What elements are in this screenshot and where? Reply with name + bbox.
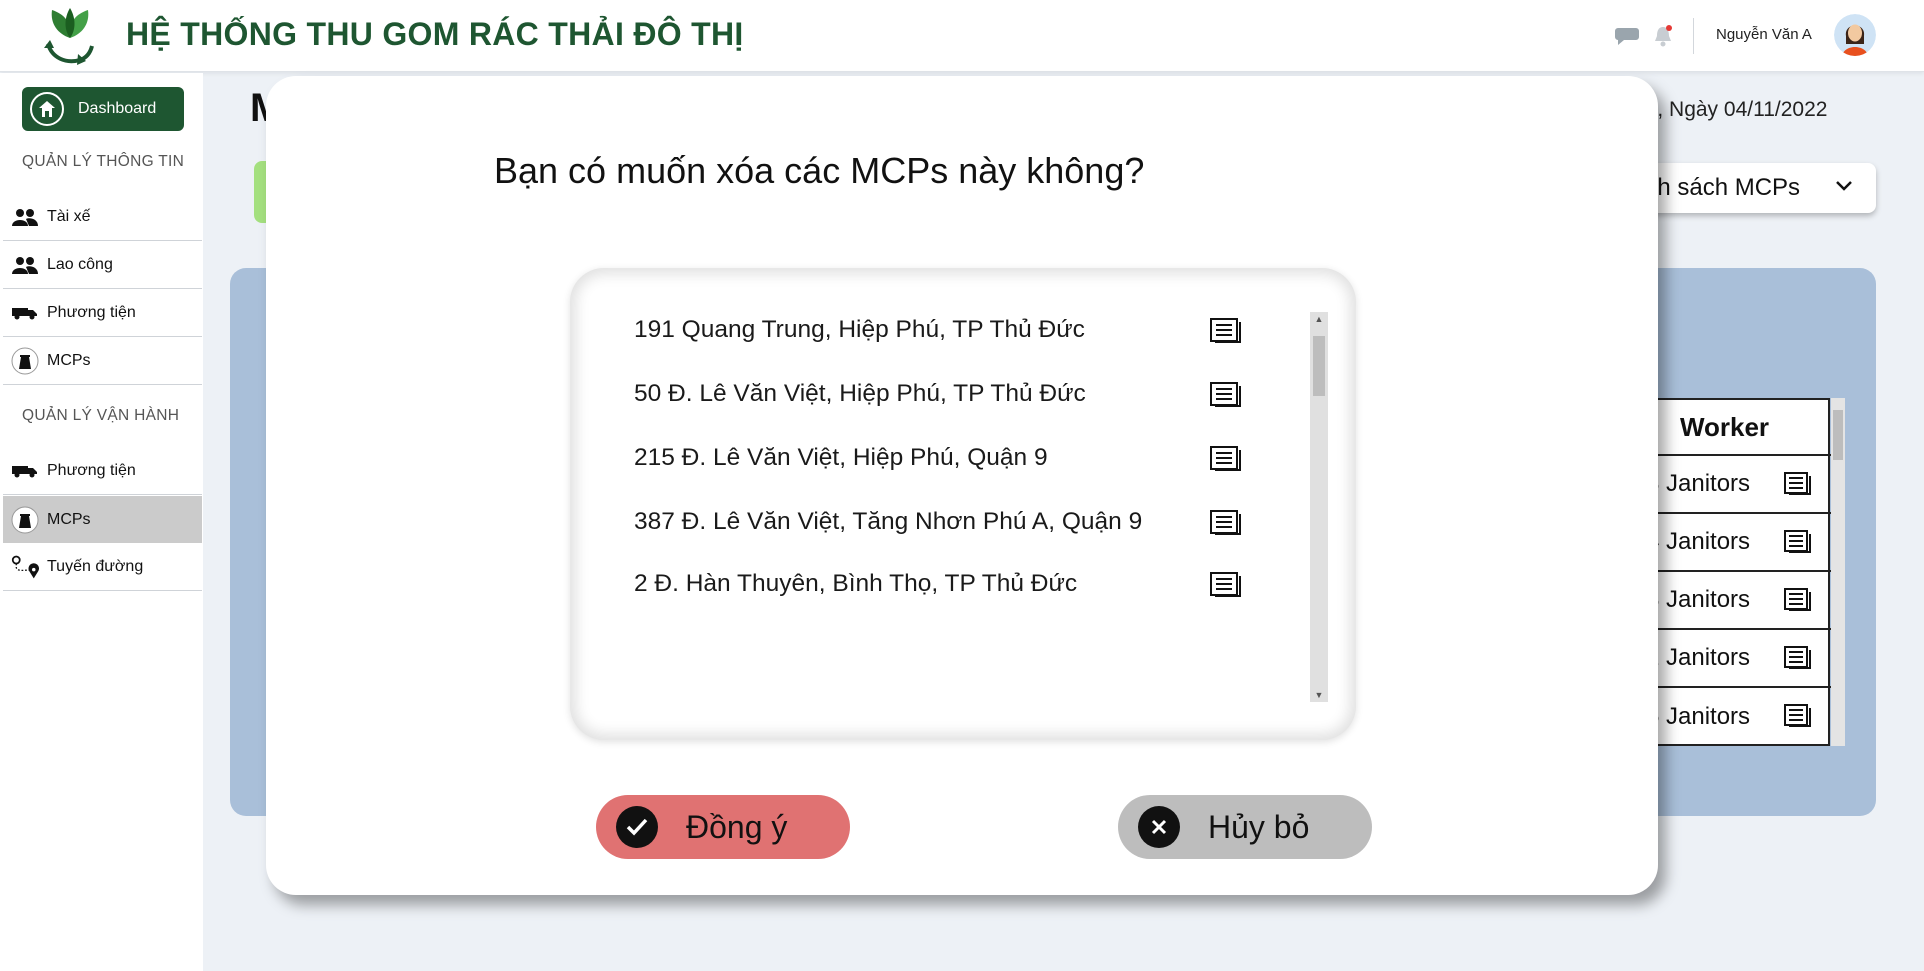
truck-icon	[11, 306, 39, 320]
leaf-recycle-logo-icon	[44, 8, 94, 65]
document-icon[interactable]	[1784, 704, 1812, 730]
list-item: 387 Đ. Lê Văn Việt, Tăng Nhơn Phú A, Quậ…	[634, 508, 1143, 535]
list-scrollbar[interactable]: ▲ ▼	[1310, 312, 1328, 702]
document-icon[interactable]	[1210, 446, 1242, 474]
chat-icon[interactable]	[1614, 26, 1640, 46]
section-label-info: QUẢN LÝ THÔNG TIN	[22, 153, 185, 170]
document-icon[interactable]	[1784, 472, 1812, 498]
sidebar-item-mcps[interactable]: MCPs	[3, 338, 202, 385]
dialog-title: Bạn có muốn xóa các MCPs này không?	[494, 150, 1145, 191]
document-icon[interactable]	[1784, 646, 1812, 672]
document-icon[interactable]	[1210, 572, 1242, 600]
dashboard-button[interactable]: Dashboard	[22, 87, 184, 131]
user-name[interactable]: Nguyễn Văn A	[1716, 26, 1812, 43]
close-icon	[1138, 806, 1180, 848]
users-icon	[11, 256, 39, 274]
app-title: HỆ THỐNG THU GOM RÁC THẢI ĐÔ THỊ	[126, 16, 744, 52]
sidebar-item-label: Tài xế	[47, 208, 91, 225]
document-icon[interactable]	[1784, 530, 1812, 556]
mcp-icon	[11, 506, 39, 534]
header-divider	[1693, 18, 1694, 54]
scrollbar-thumb[interactable]	[1833, 410, 1843, 460]
chevron-down-icon	[1836, 181, 1852, 191]
sidebar-item-label: MCPs	[47, 352, 91, 369]
sidebar-item-routes[interactable]: Tuyến đường	[3, 544, 202, 591]
avatar[interactable]	[1834, 14, 1876, 56]
sidebar-item-label: Phương tiện	[47, 304, 136, 321]
sidebar-item-mcps-ops[interactable]: MCPs	[3, 496, 202, 543]
cancel-button[interactable]: Hủy bỏ	[1118, 795, 1372, 859]
worker-count: 4 Janitors	[1646, 528, 1751, 555]
mcp-list: 191 Quang Trung, Hiệp Phú, TP Thủ Đức 50…	[570, 268, 1356, 740]
worker-count: 3 Janitors	[1646, 586, 1751, 613]
app-header: HỆ THỐNG THU GOM RÁC THẢI ĐÔ THỊ Nguyễn …	[0, 0, 1924, 72]
sidebar-item-janitors[interactable]: Lao công	[3, 242, 202, 289]
confirm-label: Đồng ý	[686, 808, 788, 845]
worker-count: 3 Janitors	[1646, 470, 1751, 497]
sidebar-item-vehicles-ops[interactable]: Phương tiện	[3, 448, 202, 495]
sidebar-item-drivers[interactable]: Tài xế	[3, 194, 202, 241]
sidebar-item-label: MCPs	[47, 510, 91, 528]
list-item: 50 Đ. Lê Văn Việt, Hiệp Phú, TP Thủ Đức	[634, 380, 1086, 407]
scrollbar-thumb[interactable]	[1313, 336, 1325, 396]
check-icon	[616, 806, 658, 848]
dropdown-label: nh sách MCPs	[1644, 174, 1801, 201]
list-item: 191 Quang Trung, Hiệp Phú, TP Thủ Đức	[634, 316, 1085, 343]
confirm-button[interactable]: Đồng ý	[596, 795, 850, 859]
sidebar-item-label: Phương tiện	[47, 462, 136, 479]
home-icon	[30, 92, 64, 126]
sidebar: Dashboard QUẢN LÝ THÔNG TIN Tài xế Lao c…	[0, 73, 203, 971]
section-label-operations: QUẢN LÝ VẬN HÀNH	[22, 407, 180, 424]
document-icon[interactable]	[1210, 318, 1242, 346]
users-icon	[11, 208, 39, 226]
document-icon[interactable]	[1784, 588, 1812, 614]
list-item: 2 Đ. Hàn Thuyên, Bình Thọ, TP Thủ Đức	[634, 570, 1078, 597]
document-icon[interactable]	[1210, 382, 1242, 410]
list-item: 215 Đ. Lê Văn Việt, Hiệp Phú, Quận 9	[634, 444, 1048, 471]
sidebar-item-label: Tuyến đường	[47, 558, 144, 575]
truck-icon	[11, 464, 39, 478]
cancel-label: Hủy bỏ	[1208, 808, 1310, 845]
table-scrollbar[interactable]	[1831, 398, 1845, 746]
mcp-icon	[11, 347, 39, 375]
document-icon[interactable]	[1210, 510, 1242, 538]
scroll-down-icon[interactable]: ▼	[1310, 688, 1328, 702]
sidebar-item-label: Lao công	[47, 256, 113, 273]
dashboard-label: Dashboard	[78, 100, 157, 117]
worker-count: 5 Janitors	[1646, 703, 1751, 730]
sidebar-item-vehicles[interactable]: Phương tiện	[3, 290, 202, 337]
delete-confirm-dialog: Bạn có muốn xóa các MCPs này không? 191 …	[266, 76, 1658, 895]
list-dropdown[interactable]: nh sách MCPs	[1620, 163, 1876, 213]
worker-count: 2 Janitors	[1646, 644, 1751, 671]
route-icon	[11, 553, 39, 581]
bell-icon[interactable]	[1652, 24, 1674, 48]
scroll-up-icon[interactable]: ▲	[1310, 312, 1328, 326]
